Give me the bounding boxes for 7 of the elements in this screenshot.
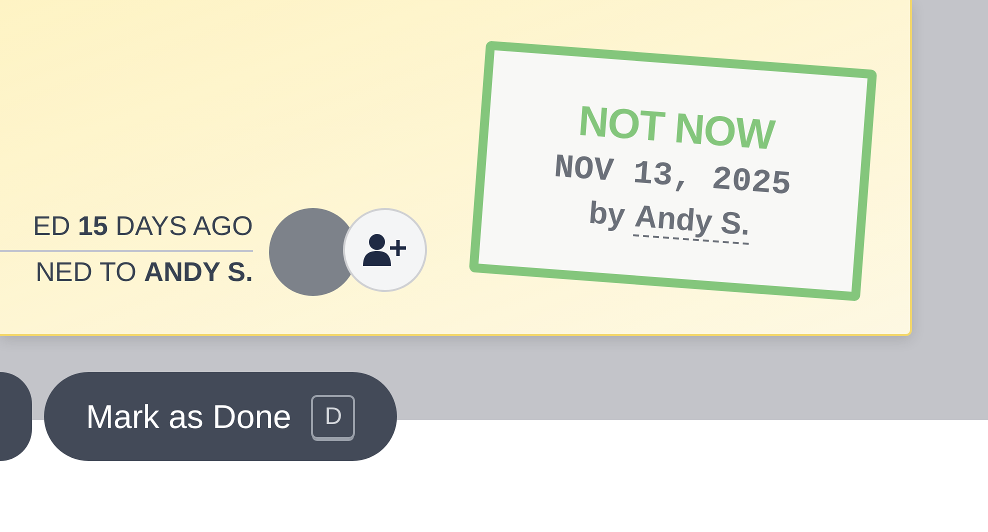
status-text: ED 15 DAYS AGO [0,206,253,252]
by-text: by [587,194,626,234]
status-text: NED TO ANDY S. [34,256,253,289]
author-link[interactable]: Andy S. [633,198,752,244]
person-plus-icon [362,232,408,268]
mark-done-button[interactable]: Mark as Done D [44,372,398,461]
shortcut-key: D [311,394,356,438]
